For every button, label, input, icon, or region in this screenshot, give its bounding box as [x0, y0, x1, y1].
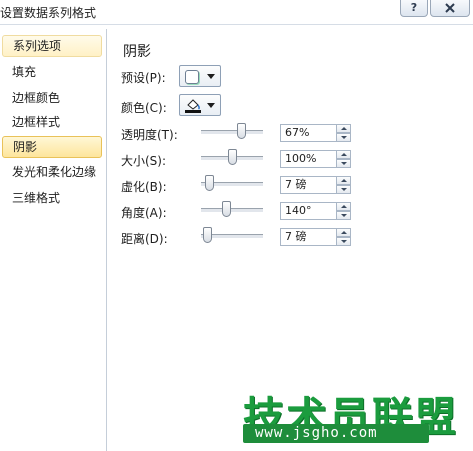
spin-up-button[interactable] [336, 176, 351, 185]
help-button[interactable]: ? [400, 0, 428, 17]
watermark-url: www.jsgho.com [255, 425, 378, 441]
spin-up-button[interactable] [336, 150, 351, 159]
distance-input[interactable]: 7 磅 [280, 228, 338, 246]
shadow-preset-dropdown[interactable] [179, 65, 221, 87]
preset-label: 预设(P): [121, 71, 166, 85]
spin-down-button[interactable] [336, 159, 351, 168]
distance-slider-thumb[interactable] [202, 227, 212, 243]
nav-item-label: 发光和柔化边缘 [12, 165, 97, 179]
shadow-color-dropdown[interactable] [179, 94, 221, 116]
size-input[interactable]: 100% [280, 150, 338, 168]
distance-label: 距离(D): [121, 232, 168, 246]
title-bar: 设置数据系列格式 ? [0, 0, 473, 25]
nav-item-fill[interactable]: 填充 [2, 61, 102, 83]
section-title: 阴影 [123, 44, 151, 60]
blur-label: 虚化(B): [121, 180, 167, 194]
angle-spinner[interactable] [336, 202, 351, 220]
transparency-slider-track[interactable] [201, 130, 263, 135]
nav-item-shadow[interactable]: 阴影 [2, 136, 102, 158]
spin-up-button[interactable] [336, 124, 351, 133]
chevron-down-icon [207, 103, 215, 108]
angle-slider-track[interactable] [201, 208, 263, 213]
category-nav: 系列选项 填充 边框颜色 边框样式 阴影 发光和柔化边缘 三维格式 [0, 29, 107, 451]
chevron-down-icon [207, 74, 215, 79]
transparency-slider-thumb[interactable] [236, 123, 246, 139]
spin-down-button[interactable] [336, 185, 351, 194]
close-button[interactable] [430, 0, 470, 17]
nav-item-3d-format[interactable]: 三维格式 [2, 187, 102, 209]
angle-label: 角度(A): [121, 206, 167, 220]
distance-spinner[interactable] [336, 228, 351, 246]
blur-input[interactable]: 7 磅 [280, 176, 338, 194]
size-label: 大小(S): [121, 154, 167, 168]
color-label: 颜色(C): [121, 101, 167, 115]
nav-item-label: 填充 [12, 65, 37, 79]
window-title: 设置数据系列格式 [0, 6, 97, 20]
transparency-input[interactable]: 67% [280, 124, 338, 142]
blur-slider-thumb[interactable] [204, 175, 214, 191]
nav-item-series-options[interactable]: 系列选项 [2, 35, 102, 57]
nav-item-border-color[interactable]: 边框颜色 [2, 87, 102, 109]
angle-slider-thumb[interactable] [221, 201, 231, 217]
transparency-spinner[interactable] [336, 124, 351, 142]
nav-item-label: 边框颜色 [12, 91, 61, 105]
spin-up-button[interactable] [336, 202, 351, 211]
close-icon [445, 3, 455, 13]
nav-item-label: 系列选项 [13, 39, 62, 53]
spin-down-button[interactable] [336, 211, 351, 220]
nav-item-border-style[interactable]: 边框样式 [2, 111, 102, 133]
angle-input[interactable]: 140° [280, 202, 338, 220]
spin-up-button[interactable] [336, 228, 351, 237]
nav-item-label: 阴影 [13, 140, 38, 154]
blur-spinner[interactable] [336, 176, 351, 194]
shadow-preset-icon [185, 70, 199, 84]
nav-item-label: 边框样式 [12, 115, 61, 129]
paint-bucket-icon [185, 99, 201, 113]
spin-down-button[interactable] [336, 237, 351, 246]
size-slider-thumb[interactable] [227, 149, 237, 165]
nav-item-glow-soft-edges[interactable]: 发光和柔化边缘 [2, 161, 102, 183]
nav-item-label: 三维格式 [12, 191, 61, 205]
size-spinner[interactable] [336, 150, 351, 168]
spin-down-button[interactable] [336, 133, 351, 142]
transparency-label: 透明度(T): [121, 128, 178, 142]
